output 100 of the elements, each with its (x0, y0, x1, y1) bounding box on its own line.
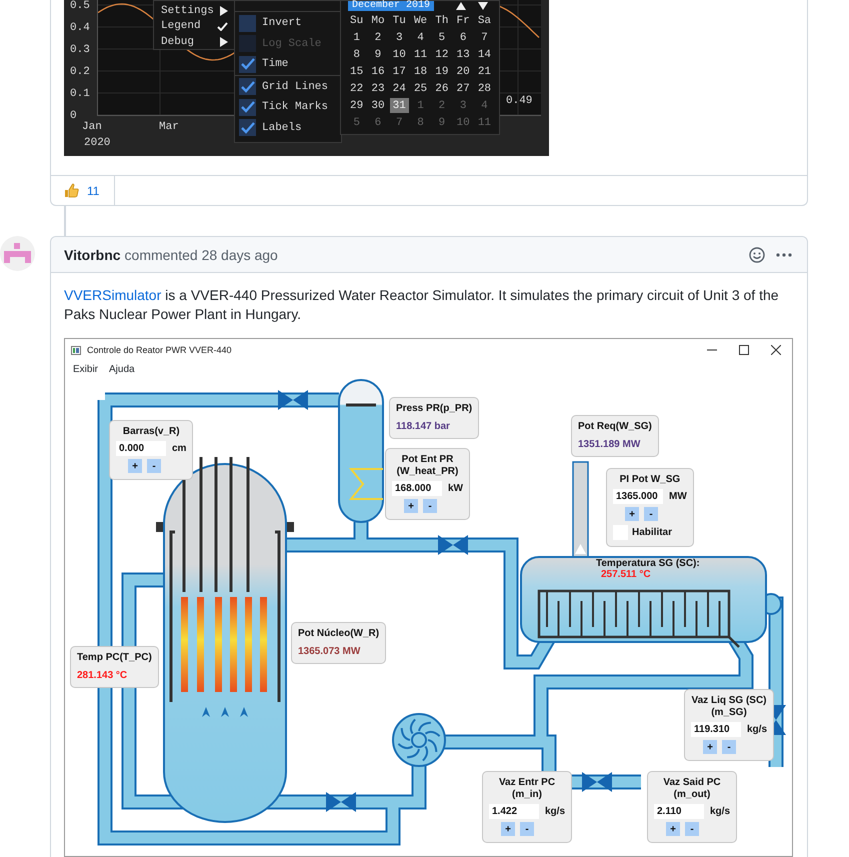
menu-item[interactable]: Exibir (73, 364, 98, 375)
avatar-icon (0, 236, 35, 271)
value-field[interactable]: 168.000 (392, 481, 442, 496)
checkbox[interactable] (239, 78, 256, 96)
up-arrow-icon (456, 2, 466, 10)
step-button[interactable]: - (520, 822, 534, 836)
calendar-day[interactable]: 17 (390, 64, 409, 79)
panel-title: Temp PC(T_PC) (77, 652, 152, 664)
calendar-day[interactable]: 16 (368, 64, 388, 79)
calendar-day[interactable]: 26 (432, 81, 452, 96)
calendar-day[interactable]: 21 (474, 64, 494, 79)
calendar-day[interactable]: 9 (368, 47, 388, 62)
value-field[interactable]: 1.422 (489, 804, 539, 819)
calendar-day[interactable]: 6 (453, 30, 473, 45)
calendar-day[interactable]: 15 (347, 64, 366, 79)
weekday-label: Fr (456, 14, 471, 28)
checkbox-label: Tick Marks (262, 101, 328, 114)
thumbs-up-icon (64, 183, 79, 198)
step-button[interactable]: + (666, 822, 680, 836)
step-button[interactable]: - (722, 740, 736, 754)
weekday-label: Sa (476, 14, 492, 28)
step-button[interactable]: + (128, 459, 142, 473)
calendar-day[interactable]: 2 (368, 30, 388, 45)
reaction-button[interactable]: 11 (51, 176, 115, 205)
calendar-day[interactable]: 12 (432, 47, 452, 62)
axis-tick-label: 0.1 (70, 88, 90, 100)
maximize-icon (738, 345, 748, 355)
panel-title: Vaz Liq SG (SC) (m_SG) (691, 695, 768, 719)
calendar-day[interactable]: 24 (390, 81, 409, 96)
unit-label: kg/s (710, 806, 730, 817)
calendar-day[interactable]: 18 (410, 64, 430, 79)
axis-tick-label: 0 (70, 110, 77, 122)
checkbox-label: Grid Lines (262, 80, 328, 93)
step-button[interactable]: - (644, 507, 658, 521)
value-field[interactable]: 1365.000 (613, 489, 663, 504)
calendar-day[interactable]: 27 (453, 81, 473, 96)
step-button[interactable]: + (404, 499, 418, 513)
checkbox-label: Habilitar (632, 527, 672, 538)
menu-item[interactable]: Debug (161, 34, 228, 50)
menu-item[interactable]: Settings (161, 3, 228, 18)
submenu-arrow-icon (219, 36, 228, 47)
calendar-day[interactable]: 1 (347, 30, 366, 45)
calendar-day[interactable]: 7 (474, 30, 494, 45)
checkbox-label: Labels (262, 122, 302, 134)
panel-title: Vaz Entr PC (m_in) (498, 777, 556, 801)
calendar-day[interactable]: 11 (410, 47, 430, 62)
panel-title: Pot Núcleo(W_R) (298, 628, 380, 640)
value-field[interactable]: 0.000 (116, 441, 166, 456)
weekday-label: Th (434, 14, 450, 28)
step-button[interactable]: - (147, 459, 161, 473)
step-button[interactable]: + (501, 822, 515, 836)
more-options-icon (776, 252, 792, 256)
axis-tick-label: 0.5 (70, 0, 90, 12)
menu-item[interactable]: Ajuda (109, 364, 135, 375)
checkbox[interactable] (239, 98, 256, 116)
value-field[interactable]: 119.310 (691, 722, 741, 737)
calendar-day[interactable]: 3 (390, 30, 409, 45)
checkbox[interactable] (239, 119, 256, 136)
menu-item[interactable]: Legend (161, 18, 228, 34)
calendar-day[interactable]: 14 (474, 47, 494, 62)
checkbox-label: Invert (262, 17, 302, 30)
weekday-label: Tu (392, 14, 407, 28)
unit-label: kg/s (747, 724, 768, 735)
calendar-day[interactable]: 13 (453, 47, 473, 62)
value-readout: 281.143 °C (77, 670, 128, 681)
calendar-day[interactable]: 23 (368, 81, 388, 96)
checkbox-label: Time (262, 58, 288, 70)
axis-tick-label: Mar (159, 121, 179, 133)
calendar-day[interactable]: 30 (368, 98, 388, 113)
axis-tick-label: 0.2 (70, 66, 90, 78)
calendar-day[interactable]: 20 (453, 64, 473, 79)
calendar-day[interactable]: 10 (390, 47, 409, 62)
step-button[interactable]: - (423, 499, 437, 513)
panel-title: Press PR(p_PR) (396, 403, 472, 415)
axis-year-label: 2020 (84, 137, 110, 149)
calendar-day[interactable]: 8 (347, 47, 366, 62)
calendar-day[interactable]: 31 (390, 98, 409, 113)
value-field[interactable]: 2.110 (654, 804, 704, 819)
panel-title: Pot Req(W_SG) (578, 421, 652, 433)
panel-title: Vaz Said PC (m_out) (662, 777, 722, 801)
link[interactable]: VVERSimulator (64, 287, 162, 303)
panel-title: Pot Ent PR (W_heat_PR) (396, 454, 460, 478)
plot-readout: 0.49 (506, 95, 532, 107)
step-button[interactable]: + (703, 740, 717, 754)
axis-tick-label: Jan (82, 121, 102, 133)
calendar-day[interactable]: 22 (347, 81, 366, 96)
calendar-day[interactable]: 4 (410, 30, 430, 45)
month-header[interactable]: December 2019 (348, 1, 434, 11)
comment-meta: commented 28 days ago (124, 246, 278, 262)
calendar-day[interactable]: 28 (474, 81, 494, 96)
checkbox[interactable] (239, 56, 256, 73)
calendar-day[interactable]: 19 (432, 64, 452, 79)
author-name[interactable]: Vitorbnc (64, 246, 121, 262)
unit-label: cm (172, 443, 186, 454)
checkbox[interactable] (239, 14, 256, 32)
calendar-day[interactable]: 29 (347, 98, 366, 113)
step-button[interactable]: + (625, 507, 639, 521)
calendar-day[interactable]: 5 (432, 30, 452, 45)
step-button[interactable]: - (685, 822, 699, 836)
calendar-day[interactable]: 25 (410, 81, 430, 96)
